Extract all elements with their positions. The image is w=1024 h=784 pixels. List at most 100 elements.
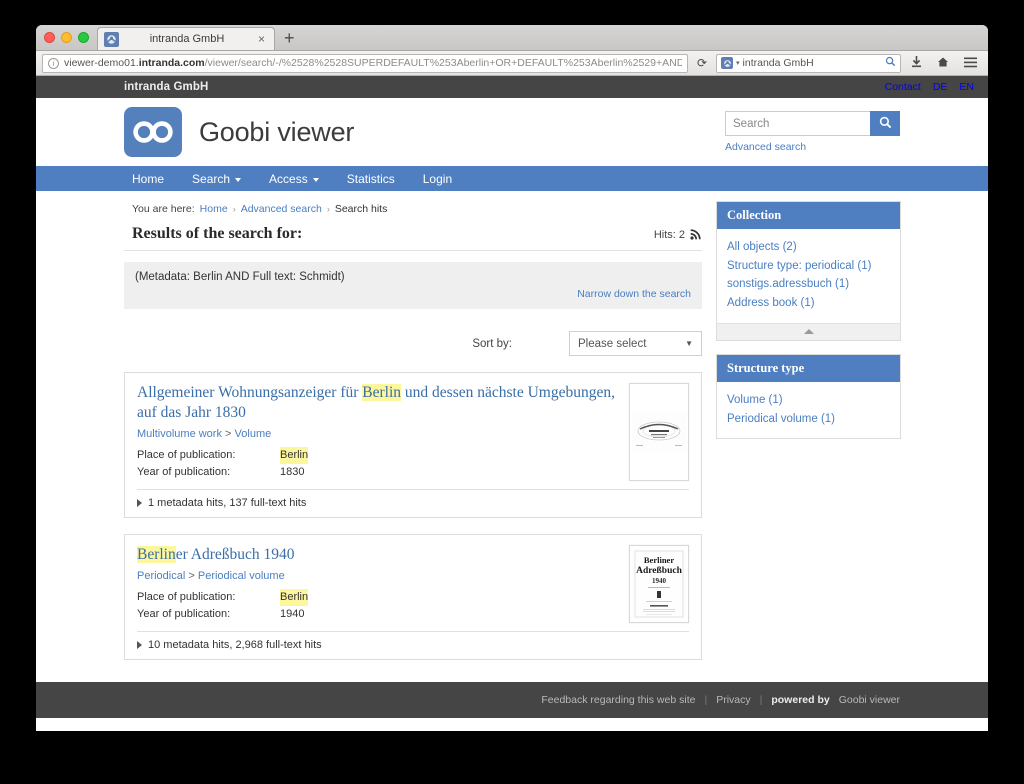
result-title-highlight: Berlin — [362, 384, 401, 401]
result-thumbnail[interactable] — [629, 383, 689, 481]
widget-title: Structure type — [717, 355, 900, 382]
browser-tab[interactable]: intranda GmbH × — [97, 27, 275, 50]
result-type-child[interactable]: Volume — [235, 428, 272, 440]
site-top-bar: intranda GmbH Contact DE EN — [36, 76, 988, 98]
minimize-window-button[interactable] — [61, 32, 72, 43]
result-type-parent[interactable]: Multivolume work — [137, 428, 222, 440]
site-footer: Feedback regarding this web site | Priva… — [36, 682, 988, 718]
result-hits-toggle[interactable]: 10 metadata hits, 2,968 full-text hits — [137, 631, 689, 659]
close-tab-icon[interactable]: × — [255, 33, 268, 45]
chevron-up-icon — [804, 329, 814, 334]
nav-item-login[interactable]: Login — [409, 166, 466, 191]
search-icon[interactable] — [885, 56, 896, 70]
metadata-row: Place of publication: Berlin — [137, 447, 619, 464]
site-search-area: Search Advanced search — [725, 111, 900, 153]
nav-label: Statistics — [347, 172, 395, 186]
maximize-window-button[interactable] — [78, 32, 89, 43]
browser-search-text: intranda GmbH — [743, 57, 882, 69]
structure-facet-volume[interactable]: Volume (1) — [727, 391, 890, 410]
metadata-row: Place of publication: Berlin — [137, 589, 619, 606]
structure-facet-periodical-volume[interactable]: Periodical volume (1) — [727, 410, 890, 429]
privacy-link[interactable]: Privacy — [716, 694, 750, 706]
logo-area[interactable]: Goobi viewer — [124, 107, 354, 157]
hamburger-menu-icon[interactable] — [959, 56, 982, 71]
browser-search-bar[interactable]: ▾ intranda GmbH — [716, 54, 901, 73]
sidebar: Collection All objects (2) Structure typ… — [716, 201, 901, 660]
hits-count-label: Hits: 2 — [654, 229, 685, 241]
url-text: viewer-demo01.intranda.com/viewer/search… — [64, 57, 682, 69]
nav-label: Home — [132, 172, 164, 186]
widget-collapse-button[interactable] — [717, 323, 900, 340]
result-hits-summary: 10 metadata hits, 2,968 full-text hits — [148, 639, 322, 651]
result-title-highlight: Berlin — [137, 546, 176, 563]
info-icon[interactable]: i — [48, 58, 59, 69]
feedback-link[interactable]: Feedback regarding this web site — [541, 694, 695, 706]
chevron-down-icon: ▼ — [685, 339, 693, 348]
result-type-child[interactable]: Periodical volume — [198, 570, 285, 582]
search-submit-button[interactable] — [870, 111, 900, 136]
chevron-down-icon[interactable]: ▾ — [736, 59, 740, 67]
site-header: Goobi viewer Search Advanced search — [36, 98, 988, 166]
search-engine-icon[interactable] — [721, 57, 733, 69]
sort-by-value: Please select — [578, 338, 646, 350]
main-navigation: Home Search Access Statistics Login — [36, 166, 988, 191]
collection-facet-structure-type-periodical[interactable]: Structure type: periodical (1) — [727, 257, 890, 276]
nav-label: Login — [423, 172, 452, 186]
nav-label: Search — [192, 172, 230, 186]
rss-feed-icon[interactable] — [690, 228, 702, 243]
download-icon[interactable] — [906, 56, 927, 71]
goobi-viewer-link[interactable]: Goobi viewer — [839, 694, 900, 706]
widget-links: All objects (2) Structure type: periodic… — [717, 229, 900, 323]
nav-label: Access — [269, 172, 308, 186]
hits-counter: Hits: 2 — [654, 228, 702, 243]
browser-tab-bar: intranda GmbH × + — [36, 25, 988, 51]
new-tab-button[interactable]: + — [275, 29, 304, 50]
result-structure-path: Periodical > Periodical volume — [137, 570, 619, 582]
metadata-value: 1830 — [280, 464, 304, 481]
chevron-down-icon — [235, 178, 241, 182]
metadata-row: Year of publication: 1830 — [137, 464, 619, 481]
result-title-pre: Allgemeiner Wohnungsanzeiger für — [137, 384, 362, 401]
collection-facet-sonstigs-adressbuch[interactable]: sonstigs.adressbuch (1) — [727, 275, 890, 294]
result-title-link[interactable]: Allgemeiner Wohnungsanzeiger für Berlin … — [137, 384, 615, 421]
metadata-key: Place of publication: — [137, 447, 280, 464]
result-title-link[interactable]: Berliner Adreßbuch 1940 — [137, 546, 295, 563]
advanced-search-link[interactable]: Advanced search — [725, 141, 900, 153]
result-hits-toggle[interactable]: 1 metadata hits, 137 full-text hits — [137, 489, 689, 517]
breadcrumb-separator: › — [233, 204, 236, 214]
address-bar[interactable]: i viewer-demo01.intranda.com/viewer/sear… — [42, 54, 688, 73]
breadcrumb-prefix: You are here: — [132, 203, 195, 215]
search-result-item: Berliner Adreßbuch 1940 Periodical > Per… — [124, 534, 702, 660]
top-bar-links: Contact DE EN — [885, 81, 974, 93]
tab-title: intranda GmbH — [119, 33, 255, 45]
footer-separator: | — [760, 694, 763, 706]
footer-separator: | — [704, 694, 707, 706]
result-thumbnail[interactable]: Berliner Adreßbuch 1940 — [629, 545, 689, 623]
collection-facet-all-objects[interactable]: All objects (2) — [727, 238, 890, 257]
contact-link[interactable]: Contact — [885, 81, 921, 93]
collection-facet-address-book[interactable]: Address book (1) — [727, 294, 890, 313]
home-icon[interactable] — [932, 56, 954, 71]
sort-by-select[interactable]: Please select ▼ — [569, 331, 702, 356]
language-de-link[interactable]: DE — [933, 81, 948, 93]
nav-item-home[interactable]: Home — [124, 166, 178, 191]
search-query-summary: (Metadata: Berlin AND Full text: Schmidt… — [124, 262, 702, 309]
search-input[interactable]: Search — [725, 111, 870, 136]
powered-by-label: powered by — [771, 694, 829, 706]
nav-item-search[interactable]: Search — [178, 166, 255, 191]
metadata-value: Berlin — [280, 447, 308, 464]
language-en-link[interactable]: EN — [959, 81, 974, 93]
page-viewport: intranda GmbH Contact DE EN Goobi viewer — [36, 76, 988, 731]
close-window-button[interactable] — [44, 32, 55, 43]
sort-by-label: Sort by: — [472, 338, 512, 350]
metadata-value: 1940 — [280, 606, 304, 623]
narrow-down-search-link[interactable]: Narrow down the search — [577, 288, 691, 300]
breadcrumb-advanced-search[interactable]: Advanced search — [241, 203, 322, 215]
result-type-parent[interactable]: Periodical — [137, 570, 185, 582]
nav-item-access[interactable]: Access — [255, 166, 333, 191]
breadcrumb-home[interactable]: Home — [200, 203, 228, 215]
nav-item-statistics[interactable]: Statistics — [333, 166, 409, 191]
search-results-column: You are here: Home › Advanced search › S… — [124, 201, 702, 660]
reload-icon[interactable]: ⟳ — [693, 56, 711, 70]
result-metadata: Place of publication: Berlin Year of pub… — [137, 447, 619, 481]
